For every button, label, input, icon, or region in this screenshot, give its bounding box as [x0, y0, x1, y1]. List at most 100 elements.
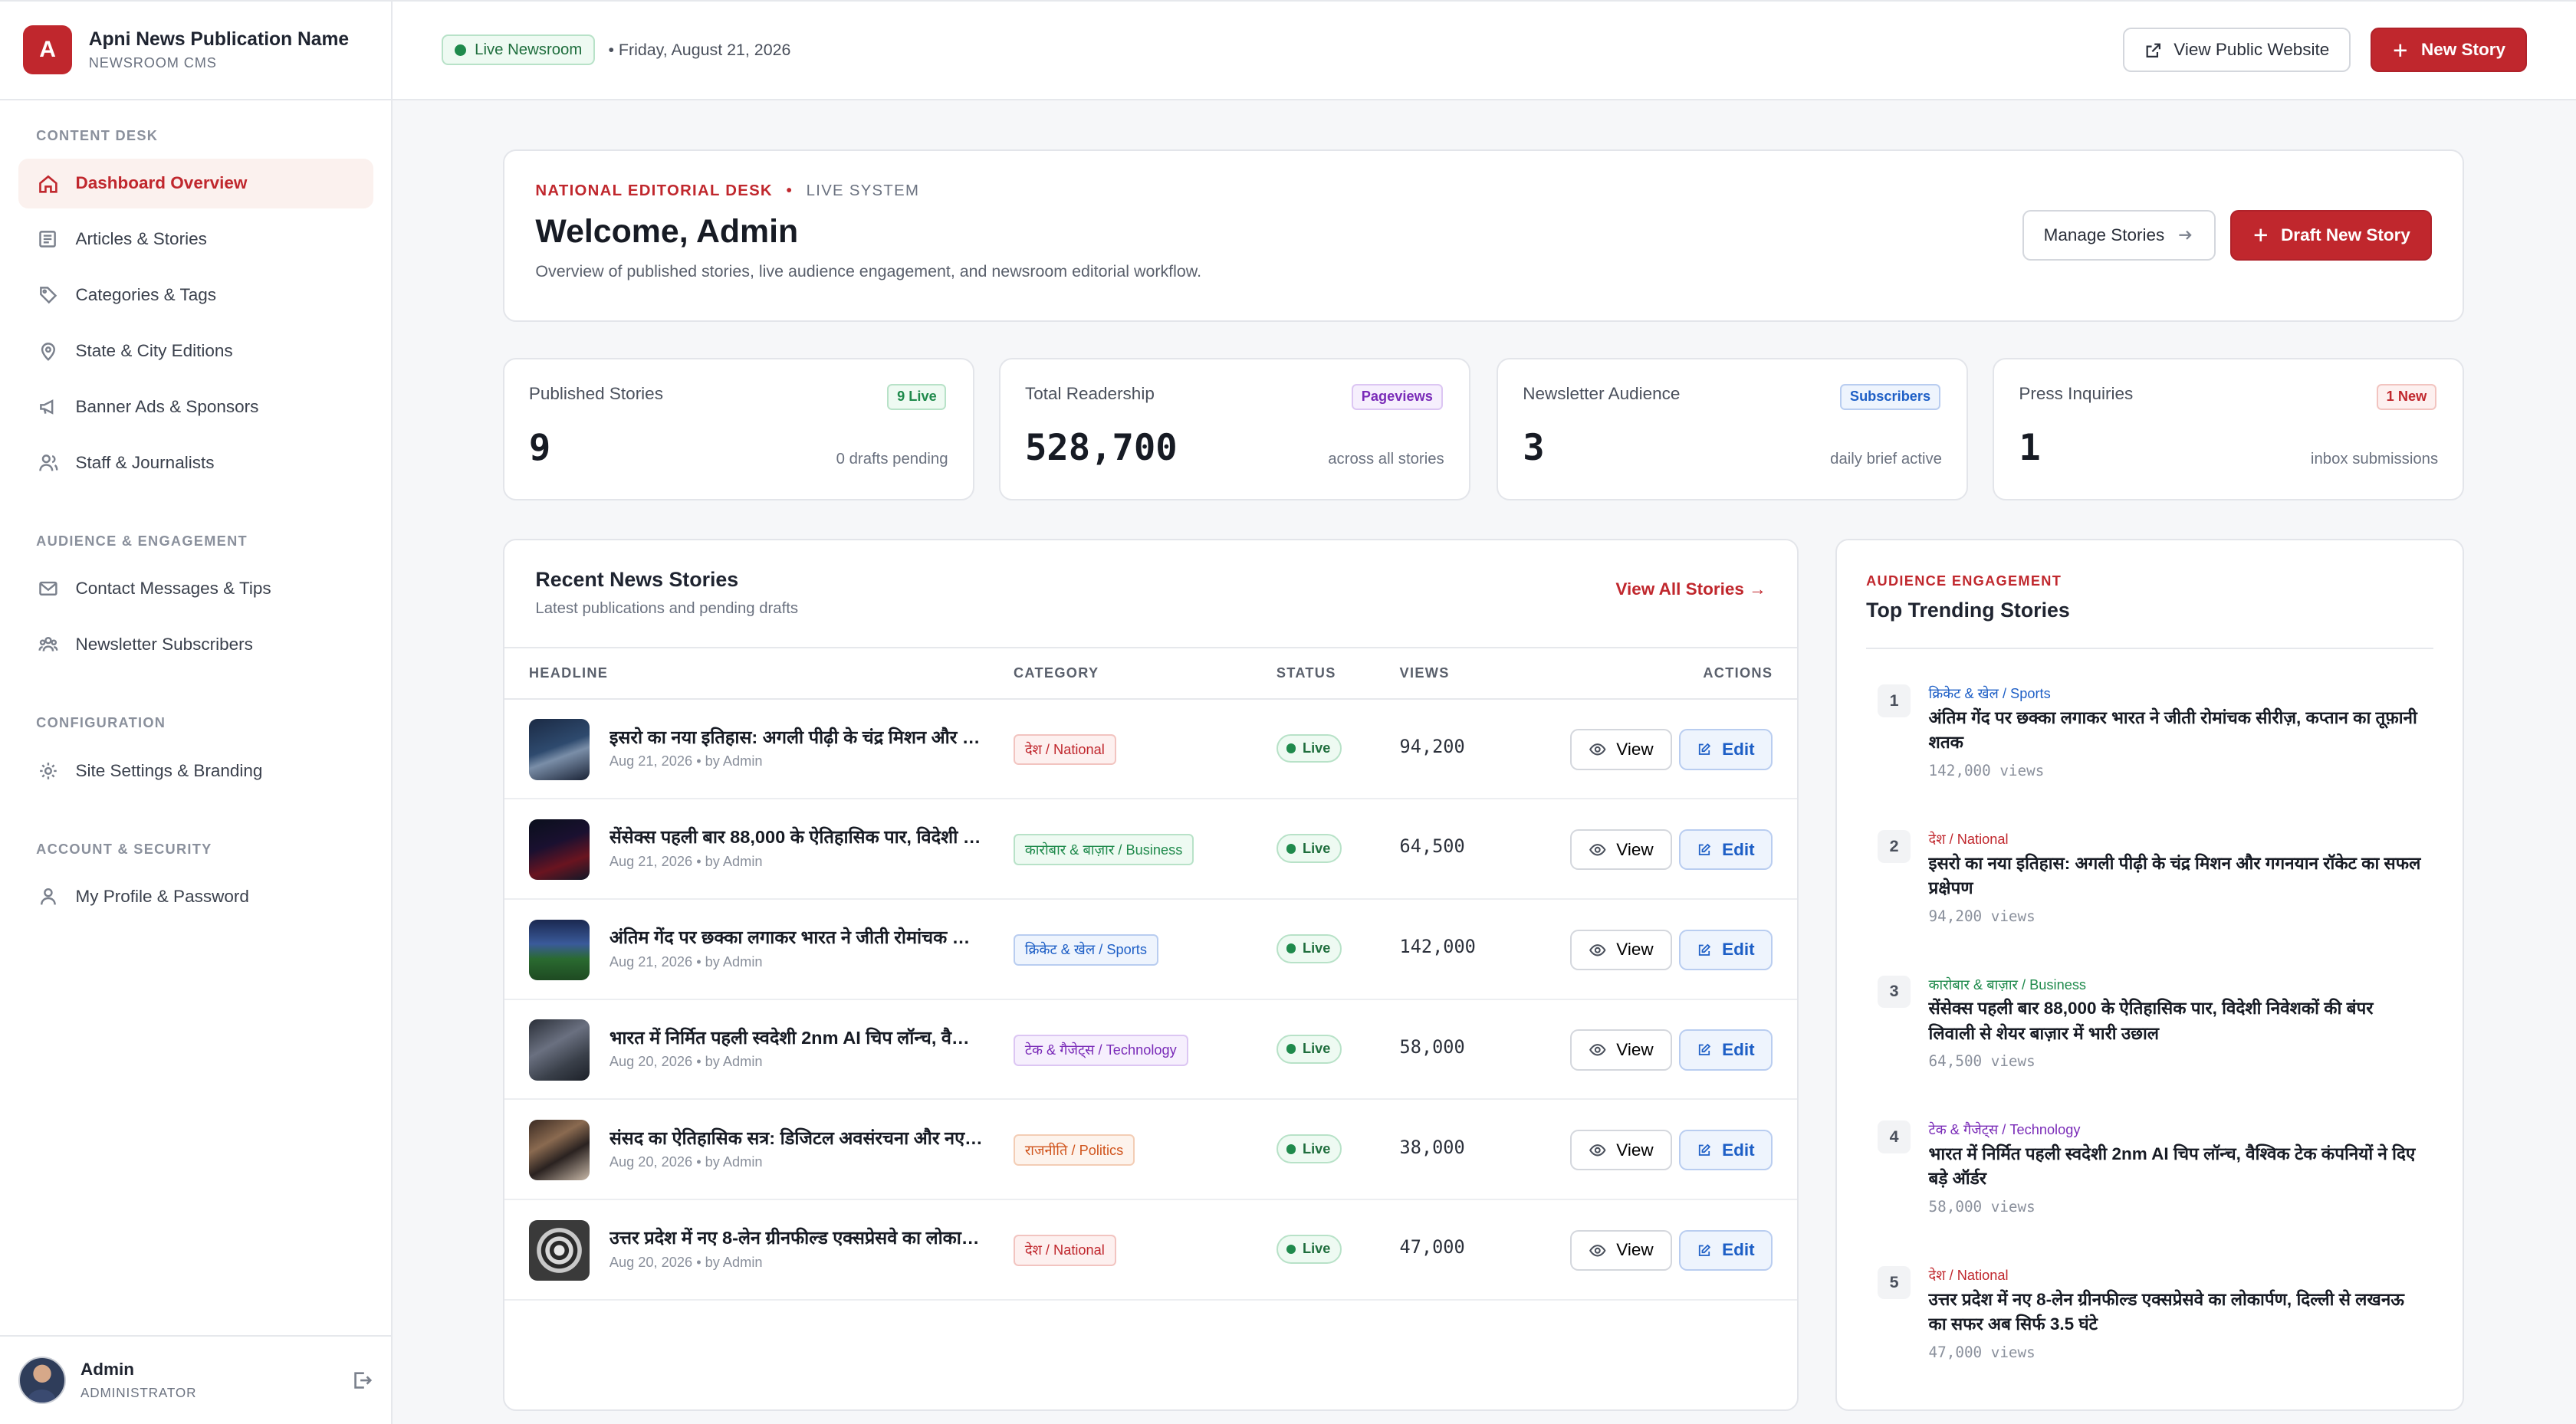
- stat-card-inquiries: Press Inquiries 1 New 1 inbox submission…: [1993, 358, 2465, 501]
- sidebar-item-profile[interactable]: My Profile & Password: [18, 872, 373, 921]
- live-newsroom-label: Live Newsroom: [475, 41, 583, 58]
- sidebar-item-label: Articles & Stories: [75, 229, 207, 249]
- view-story-button[interactable]: View: [1570, 1029, 1673, 1071]
- recent-stories-card: Recent News Stories Latest publications …: [502, 538, 1799, 1411]
- trending-category: क्रिकेट & खेल / Sports: [1928, 686, 2051, 702]
- topbar: Live Newsroom • Friday, August 21, 2026 …: [393, 2, 2576, 100]
- draft-new-story-button[interactable]: Draft New Story: [2229, 209, 2432, 261]
- category-badge: देश / National: [1013, 1235, 1116, 1266]
- external-link-icon: [2146, 43, 2160, 57]
- category-badge: देश / National: [1013, 733, 1116, 766]
- story-headline[interactable]: अंतिम गेंद पर छक्का लगाकर भारत ने जीती र…: [610, 924, 984, 949]
- category-badge: क्रिकेट & खेल / Sports: [1013, 933, 1158, 966]
- view-story-button[interactable]: View: [1570, 729, 1673, 770]
- edit-story-button[interactable]: Edit: [1678, 929, 1773, 971]
- nav-section-configuration: CONFIGURATION: [36, 715, 166, 731]
- trending-category: देश / National: [1928, 831, 2009, 847]
- view-public-website-button[interactable]: View Public Website: [2123, 28, 2351, 73]
- edit-icon: [1699, 743, 1711, 755]
- story-thumbnail: [528, 1120, 590, 1181]
- stat-note: daily brief active: [1830, 450, 1942, 468]
- view-all-stories-link[interactable]: View All Stories →: [1615, 579, 1766, 599]
- view-story-button[interactable]: View: [1570, 1229, 1673, 1271]
- edit-story-button[interactable]: Edit: [1678, 729, 1773, 770]
- edit-label: Edit: [1722, 1040, 1755, 1059]
- trending-headline[interactable]: सेंसेक्स पहली बार 88,000 के ऐतिहासिक पार…: [1929, 996, 2422, 1045]
- edit-label: Edit: [1722, 839, 1755, 859]
- story-views: 64,500: [1399, 835, 1465, 858]
- trending-headline[interactable]: भारत में निर्मित पहली स्वदेशी 2nm AI चिप…: [1929, 1142, 2422, 1191]
- eye-icon: [1589, 943, 1606, 956]
- stat-label: Press Inquiries: [2019, 384, 2134, 404]
- edit-story-button[interactable]: Edit: [1678, 828, 1773, 871]
- plus-icon: [2254, 229, 2267, 242]
- recent-stories-subtitle: Latest publications and pending drafts: [535, 599, 799, 617]
- edit-story-button[interactable]: Edit: [1678, 1029, 1773, 1071]
- story-byline: Aug 20, 2026 • by Admin: [609, 1054, 763, 1070]
- new-story-label: New Story: [2420, 40, 2506, 60]
- sidebar-item-categories[interactable]: Categories & Tags: [18, 271, 373, 320]
- trending-headline[interactable]: अंतिम गेंद पर छक्का लगाकर भारत ने जीती र…: [1929, 706, 2422, 755]
- view-story-button[interactable]: View: [1570, 1129, 1673, 1171]
- trending-headline[interactable]: इसरो का नया इतिहास: अगली पीढ़ी के चंद्र …: [1929, 851, 2422, 901]
- trending-category: देश / National: [1928, 1267, 2009, 1283]
- avatar[interactable]: [18, 1356, 66, 1404]
- status-label: Live: [1302, 1140, 1331, 1157]
- edit-icon: [1699, 943, 1711, 956]
- story-headline[interactable]: सेंसेक्स पहली बार 88,000 के ऐतिहासिक पार…: [610, 824, 984, 848]
- edit-story-button[interactable]: Edit: [1678, 1129, 1773, 1171]
- view-label: View: [1616, 940, 1654, 960]
- view-story-button[interactable]: View: [1570, 828, 1673, 871]
- story-headline[interactable]: भारत में निर्मित पहली स्वदेशी 2nm AI चिप…: [610, 1025, 984, 1049]
- live-dot-icon: [455, 44, 467, 56]
- stat-card-readership: Total Readership Pageviews 528,700 acros…: [998, 358, 1470, 501]
- sidebar-item-label: Newsletter Subscribers: [75, 635, 253, 655]
- edit-story-button[interactable]: Edit: [1678, 1229, 1773, 1271]
- sidebar-item-label: My Profile & Password: [75, 887, 249, 907]
- status-badge: Live: [1276, 933, 1342, 963]
- sidebar-item-dashboard[interactable]: Dashboard Overview: [18, 159, 373, 208]
- sidebar-item-settings[interactable]: Site Settings & Branding: [18, 746, 373, 795]
- sidebar-item-ads[interactable]: Banner Ads & Sponsors: [18, 382, 373, 431]
- table-row: संसद का ऐतिहासिक सत्र: डिजिटल अवसंरचना औ…: [504, 1100, 1798, 1201]
- story-headline[interactable]: उत्तर प्रदेश में नए 8-लेन ग्रीनफील्ड एक्…: [610, 1225, 984, 1249]
- story-byline: Aug 21, 2026 • by Admin: [609, 953, 763, 970]
- brand[interactable]: A Apni News Publication Name NEWSROOM CM…: [0, 2, 392, 100]
- trending-views: 58,000 views: [1928, 1197, 2036, 1216]
- table-row: भारत में निर्मित पहली स्वदेशी 2nm AI चिप…: [504, 1000, 1798, 1101]
- view-story-button[interactable]: View: [1570, 929, 1673, 971]
- edit-label: Edit: [1722, 1240, 1755, 1260]
- sidebar-item-staff[interactable]: Staff & Journalists: [18, 438, 373, 487]
- status-label: Live: [1302, 1241, 1331, 1257]
- table-row: अंतिम गेंद पर छक्का लगाकर भारत ने जीती र…: [504, 900, 1798, 1000]
- trending-headline[interactable]: उत्तर प्रदेश में नए 8-लेन ग्रीनफील्ड एक्…: [1929, 1288, 2422, 1337]
- manage-stories-button[interactable]: Manage Stories: [2022, 209, 2216, 261]
- welcome-description: Overview of published stories, live audi…: [535, 261, 1202, 281]
- story-thumbnail: [528, 1019, 590, 1081]
- live-dot-icon: [1286, 843, 1296, 854]
- story-headline[interactable]: संसद का ऐतिहासिक सत्र: डिजिटल अवसंरचना औ…: [610, 1125, 984, 1150]
- logout-icon[interactable]: [350, 1369, 373, 1392]
- stat-badge: Subscribers: [1840, 384, 1940, 410]
- edit-icon: [1699, 1043, 1711, 1056]
- trending-views: 64,500 views: [1928, 1052, 2036, 1071]
- sidebar-item-editions[interactable]: State & City Editions: [18, 326, 373, 376]
- nav-section-content-desk: CONTENT DESK: [36, 128, 159, 143]
- sidebar-item-articles[interactable]: Articles & Stories: [18, 215, 373, 264]
- sidebar-item-contact[interactable]: Contact Messages & Tips: [18, 564, 373, 613]
- story-views: 94,200: [1399, 735, 1465, 757]
- story-views: 38,000: [1399, 1136, 1465, 1158]
- sidebar-item-label: State & City Editions: [75, 340, 233, 360]
- status-label: Live: [1302, 940, 1331, 956]
- arrow-right-icon: [2179, 231, 2192, 241]
- live-dot-icon: [1286, 743, 1296, 753]
- new-story-button[interactable]: New Story: [2370, 28, 2527, 73]
- sidebar-item-newsletter[interactable]: Newsletter Subscribers: [18, 620, 373, 669]
- eye-icon: [1589, 1044, 1606, 1056]
- sidebar: A Apni News Publication Name NEWSROOM CM…: [0, 2, 393, 1424]
- stat-note: across all stories: [1328, 450, 1444, 468]
- trending-rank: 2: [1878, 829, 1911, 863]
- status-label: Live: [1302, 840, 1331, 856]
- story-headline[interactable]: इसरो का नया इतिहास: अगली पीढ़ी के चंद्र …: [610, 724, 984, 749]
- welcome-eyebrow: NATIONAL EDITORIAL DESK • LIVE SYSTEM: [535, 182, 2431, 200]
